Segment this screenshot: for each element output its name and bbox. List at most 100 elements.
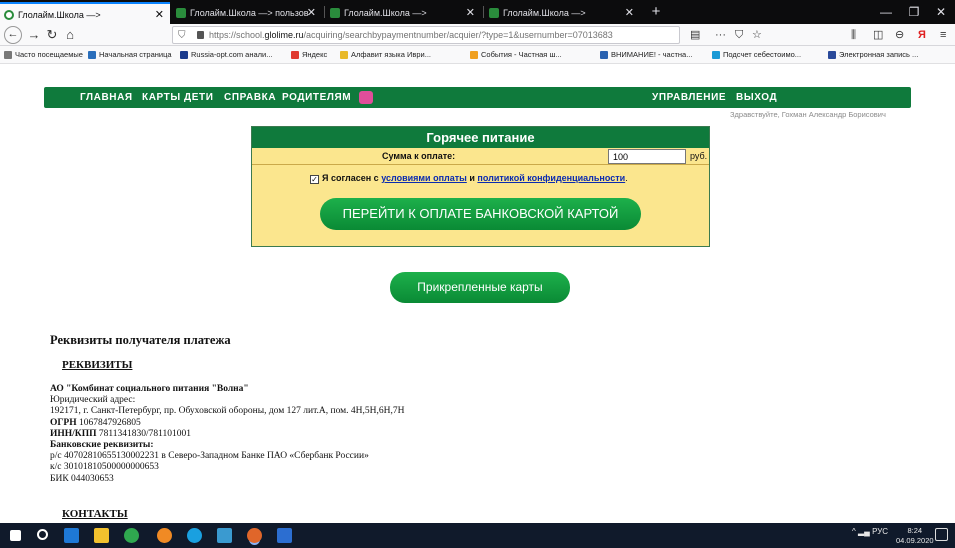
- window-close-icon[interactable]: ✕: [927, 3, 955, 21]
- site-favicon-icon: [330, 8, 340, 18]
- ogrn-label: ОГРН: [50, 417, 77, 428]
- browser-toolbar: ← → ↻ ⌂ ⛉ https://school.glolime.ru/acqu…: [0, 24, 955, 46]
- tab-close-icon[interactable]: ✕: [155, 4, 164, 24]
- tracking-shield-icon[interactable]: ⛉: [178, 28, 186, 44]
- amount-input[interactable]: [608, 149, 686, 164]
- reader-view-icon[interactable]: ▤: [690, 26, 700, 44]
- inn-value: 7811341830/781101001: [98, 428, 192, 439]
- forward-icon[interactable]: →: [25, 26, 43, 44]
- page-actions-icon[interactable]: ···: [715, 26, 726, 44]
- address-bar[interactable]: ⛉ https://school.glolime.ru/acquiring/se…: [172, 26, 680, 44]
- tab-close-icon[interactable]: ✕: [307, 2, 316, 24]
- terms-link[interactable]: условиями оплаты: [381, 173, 467, 183]
- globe-icon: [88, 51, 96, 59]
- browser-tab-2[interactable]: Глолайм.Школа —> пользов ✕: [172, 2, 322, 24]
- account-number: р/с 40702810655130002231 в Северо-Западн…: [50, 451, 369, 462]
- browser-tab-4[interactable]: Глолайм.Школа —> ✕: [485, 2, 640, 24]
- language-indicator[interactable]: РУС: [872, 527, 888, 536]
- amount-row: Сумма к оплате: руб.: [252, 148, 709, 165]
- home-icon[interactable]: ⌂: [61, 26, 79, 44]
- nav-item-parents[interactable]: РОДИТЕЛЯМ: [282, 87, 351, 108]
- nav-item-main[interactable]: ГЛАВНАЯ: [80, 87, 133, 108]
- user-greeting: Здравствуйте, Гохман Александр Борисович: [730, 110, 886, 119]
- consent-prefix: Я согласен с: [322, 173, 379, 183]
- consent-checkbox[interactable]: ✓: [310, 175, 319, 184]
- tab-title: Глолайм.Школа —>: [503, 8, 586, 18]
- bookmark-item[interactable]: Яндекс: [291, 46, 327, 64]
- tab-close-icon[interactable]: ✕: [466, 2, 475, 24]
- chrome-icon[interactable]: [124, 528, 139, 543]
- browser-tab-3[interactable]: Глолайм.Школа —> ✕: [326, 2, 481, 24]
- pay-by-card-button[interactable]: ПЕРЕЙТИ К ОПЛАТЕ БАНКОВСКОЙ КАРТОЙ: [320, 198, 641, 230]
- bik: БИК 044030653: [50, 473, 114, 484]
- site-favicon-icon: [4, 10, 14, 20]
- bookmark-favicon-icon: [180, 51, 188, 59]
- menu-icon[interactable]: ≡: [940, 26, 946, 44]
- amount-label: Сумма к оплате:: [382, 151, 456, 161]
- pocket-icon[interactable]: ⛉: [735, 26, 743, 44]
- back-icon[interactable]: ←: [4, 26, 22, 44]
- company-name: АО "Комбинат социального питания "Волна": [50, 384, 249, 394]
- payment-title: Горячее питание: [252, 127, 709, 148]
- bookmark-favicon-icon: [470, 51, 478, 59]
- firefox-icon[interactable]: [247, 528, 262, 543]
- bookmark-item[interactable]: Russia-opt.com анали...: [180, 46, 273, 64]
- windows-taskbar: ^ ▂▄ РУС 8:24 04.09.2020: [0, 523, 955, 548]
- corr-account: к/с 30101810500000000653: [50, 462, 159, 473]
- lock-icon[interactable]: [197, 31, 204, 39]
- system-clock[interactable]: 8:24 04.09.2020: [896, 526, 934, 546]
- notifications-icon[interactable]: [935, 528, 948, 541]
- attached-cards-button[interactable]: Прикрепленные карты: [390, 272, 570, 303]
- reload-icon[interactable]: ↻: [43, 26, 61, 44]
- contacts-heading: КОНТАКТЫ: [62, 508, 128, 520]
- requisites-title: Реквизиты получателя платежа: [50, 333, 231, 347]
- account-icon[interactable]: ⊖: [895, 26, 904, 44]
- taskbar-app-icon[interactable]: [157, 528, 172, 543]
- bookmark-item[interactable]: Алфавит языка Иври...: [340, 46, 431, 64]
- nav-item-children[interactable]: ДЕТИ: [184, 87, 214, 108]
- bookmark-item[interactable]: Электронная запись ...: [828, 46, 918, 64]
- tab-title: Глолайм.Школа —>: [344, 8, 427, 18]
- search-icon[interactable]: [37, 529, 48, 540]
- bookmark-item[interactable]: ВНИМАНИЕ! - частна...: [600, 46, 692, 64]
- nav-item-cards[interactable]: КАРТЫ: [142, 87, 181, 108]
- nav-item-manage[interactable]: УПРАВЛЕНИЕ: [652, 87, 726, 108]
- minimize-icon[interactable]: —: [872, 3, 900, 21]
- site-favicon-icon: [489, 8, 499, 18]
- inn-label: ИНН/КПП: [50, 428, 97, 439]
- legal-address-label: Юридический адрес:: [50, 395, 136, 406]
- network-icon[interactable]: ▂▄: [858, 527, 870, 536]
- yandex-extension-icon[interactable]: Я: [918, 26, 926, 44]
- restore-icon[interactable]: ❐: [900, 3, 928, 21]
- gear-icon: [4, 51, 12, 59]
- bookmark-item[interactable]: Подсчет себестоимо...: [712, 46, 801, 64]
- bookmark-star-icon[interactable]: ☆: [752, 26, 762, 44]
- bank-label: Банковские реквизиты:: [50, 440, 154, 451]
- skype-icon[interactable]: [187, 528, 202, 543]
- browser-tab-1[interactable]: Глолайм.Школа —> ✕: [0, 2, 170, 24]
- taskbar-app-icon[interactable]: [277, 528, 292, 543]
- bookmark-item[interactable]: Часто посещаемые: [4, 46, 83, 64]
- privacy-link[interactable]: политикой конфиденциальности: [477, 173, 625, 183]
- taskbar-app-icon[interactable]: [64, 528, 79, 543]
- currency-label: руб.: [690, 151, 708, 161]
- site-favicon-icon: [176, 8, 186, 18]
- library-icon[interactable]: ⫼: [851, 26, 856, 44]
- bookmarks-bar: Часто посещаемые Начальная страница Russ…: [0, 46, 955, 64]
- taskbar-app-icon[interactable]: [217, 528, 232, 543]
- bookmark-favicon-icon: [600, 51, 608, 59]
- yandex-icon: [291, 51, 299, 59]
- nav-item-logout[interactable]: ВЫХОД: [736, 87, 777, 108]
- site-navigation: ГЛАВНАЯ КАРТЫ ДЕТИ СПРАВКА РОДИТЕЛЯМ УПР…: [44, 87, 911, 108]
- file-explorer-icon[interactable]: [94, 528, 109, 543]
- start-icon[interactable]: [10, 530, 21, 541]
- nav-item-help[interactable]: СПРАВКА: [224, 87, 276, 108]
- sidebar-icon[interactable]: ◫: [873, 26, 883, 44]
- bookmark-item[interactable]: События - Частная ш...: [470, 46, 562, 64]
- chevron-up-icon[interactable]: ^: [852, 527, 856, 536]
- tab-close-icon[interactable]: ✕: [625, 2, 634, 24]
- clock-time: 8:24: [907, 526, 923, 535]
- new-tab-button[interactable]: +: [642, 3, 670, 21]
- bookmark-item[interactable]: Начальная страница: [88, 46, 172, 64]
- flag-icon[interactable]: [359, 91, 373, 104]
